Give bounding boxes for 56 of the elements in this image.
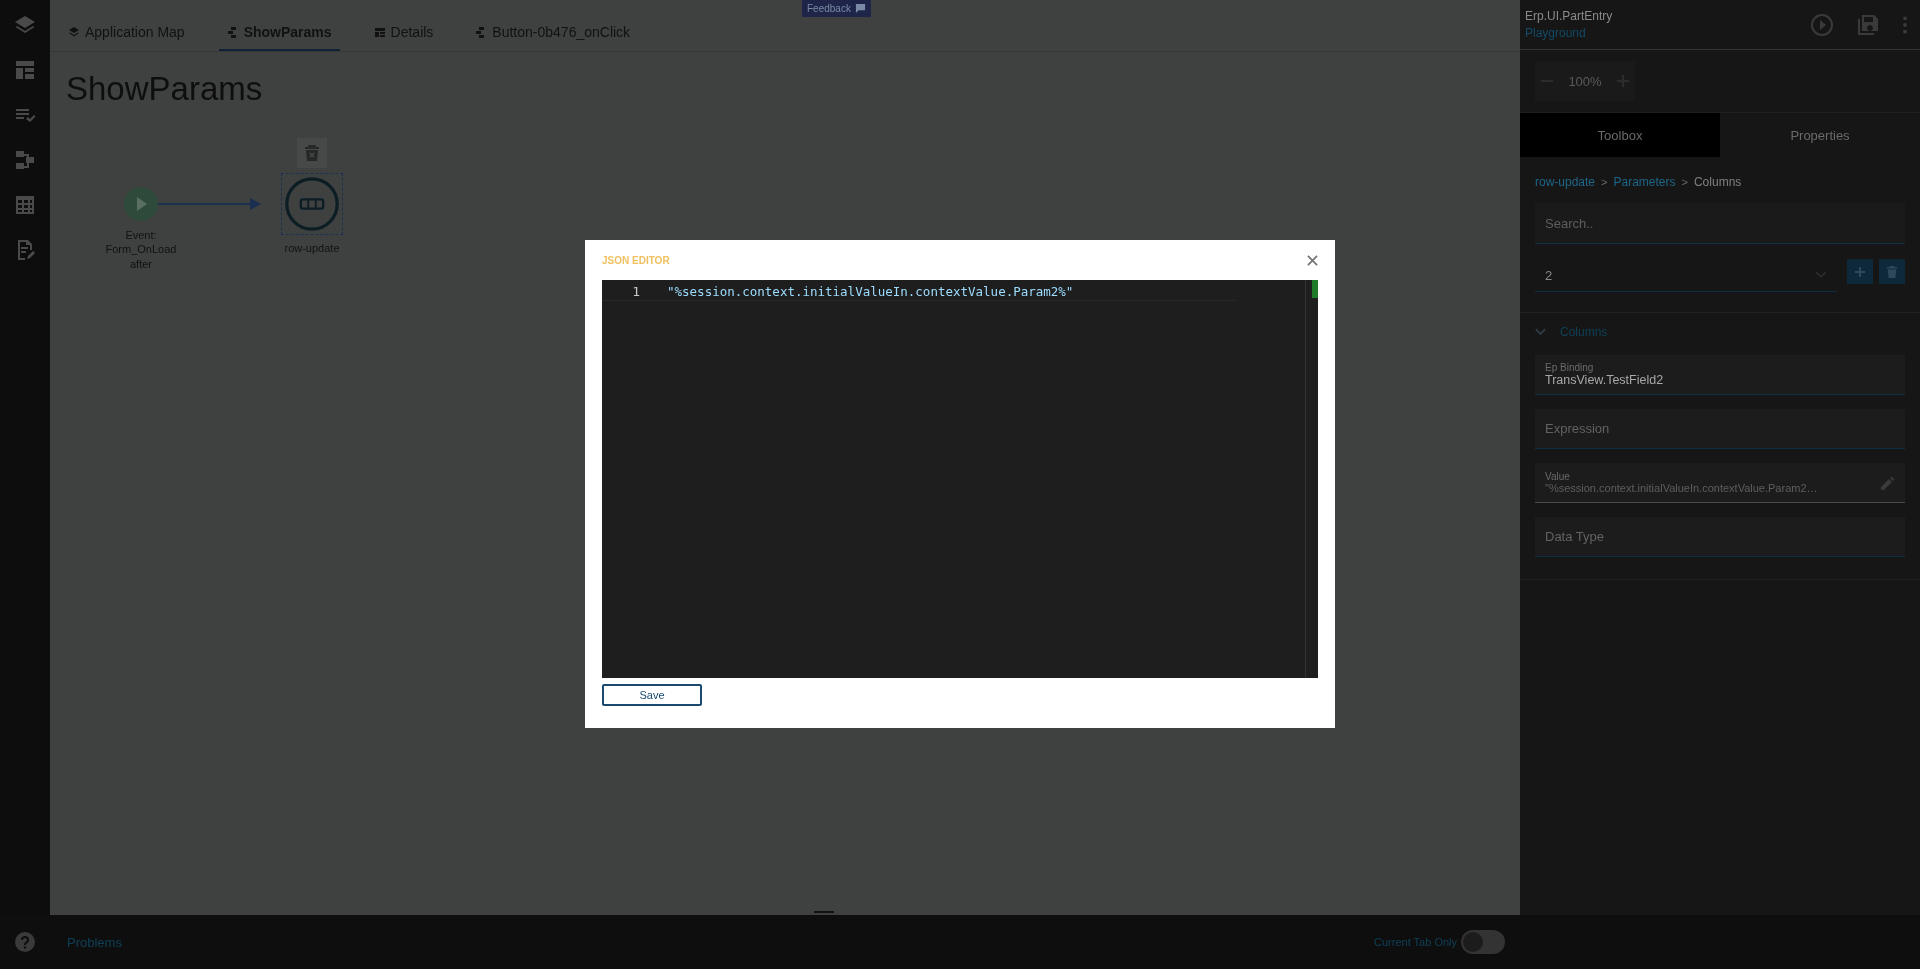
save-icon[interactable]: [1856, 12, 1880, 37]
chevron-down-icon: [1815, 271, 1827, 279]
property-field[interactable]: Ep Binding TransView.TestField2: [1535, 355, 1905, 395]
layout-icon[interactable]: [13, 58, 37, 82]
field-label: Value: [1545, 471, 1571, 482]
code-editor[interactable]: 1 "%session.context.initialValueIn.contextValue.Param2%": [602, 280, 1318, 678]
code-line: "%session.context.initialValueIn.contextValue.Param2%": [667, 283, 1074, 299]
zoom-level: 100%: [1568, 73, 1602, 89]
section-toggle[interactable]: Columns: [1535, 313, 1905, 339]
plus-icon: [1854, 265, 1866, 278]
field-placeholder: Data Type: [1545, 529, 1605, 544]
field-label: Ep Binding: [1545, 362, 1595, 373]
table-icon: [373, 26, 386, 38]
breadcrumb-separator: >: [1681, 176, 1688, 188]
field-value: TransView.TestField2: [1545, 373, 1665, 387]
table-icon[interactable]: [13, 193, 37, 217]
layers-icon: [68, 26, 80, 38]
delete-button[interactable]: [297, 138, 327, 168]
chevron-icon: [1535, 328, 1546, 336]
resize-handle[interactable]: [814, 911, 834, 913]
flow-icon: [226, 26, 239, 38]
workspace-link[interactable]: Playground: [1525, 26, 1788, 40]
property-field[interactable]: Data Type: [1535, 517, 1905, 557]
breadcrumb-item: Columns: [1693, 175, 1742, 189]
project-name: Erp.UI.PartEntry: [1525, 9, 1614, 23]
breadcrumb-item[interactable]: Parameters: [1613, 175, 1676, 189]
toggle-switch[interactable]: [1461, 930, 1505, 954]
feedback-button[interactable]: Feedback: [802, 0, 871, 17]
trash-icon: [305, 145, 319, 161]
play-node[interactable]: [123, 186, 159, 222]
search-field[interactable]: Search..: [1535, 203, 1905, 244]
close-icon[interactable]: [1307, 254, 1318, 266]
toggle-label: Current Tab Only: [1374, 936, 1457, 948]
panel-tab[interactable]: Toolbox: [1520, 113, 1720, 157]
panel-tab[interactable]: Properties: [1720, 113, 1920, 157]
chat-icon: [854, 3, 866, 14]
help-icon[interactable]: [15, 932, 35, 952]
add-button[interactable]: [1847, 259, 1873, 284]
line-number: 1: [631, 283, 640, 299]
trash-icon: [1886, 265, 1898, 278]
dialog-title: JSON EDITOR: [602, 254, 670, 266]
property-field[interactable]: Value "%session.context.initialValueIn.contextValue.Param2…: [1535, 463, 1905, 503]
more-icon[interactable]: [1902, 14, 1908, 35]
save-button[interactable]: Save: [602, 684, 702, 706]
column-select[interactable]: 2: [1535, 259, 1837, 292]
delete-button[interactable]: [1879, 259, 1905, 284]
play-icon[interactable]: [1810, 12, 1834, 37]
field-value: "%session.context.initialValueIn.contextValue.Param2…: [1545, 482, 1819, 494]
action-node[interactable]: [281, 173, 343, 235]
pencil-icon[interactable]: [1881, 475, 1895, 490]
problems-tab[interactable]: Problems: [67, 934, 122, 950]
field-placeholder: Expression: [1545, 421, 1610, 436]
flow-icon[interactable]: [13, 148, 37, 172]
breadcrumb-item[interactable]: row-update: [1535, 175, 1596, 189]
breadcrumb-separator: >: [1601, 176, 1608, 188]
property-field[interactable]: Expression: [1535, 409, 1905, 449]
